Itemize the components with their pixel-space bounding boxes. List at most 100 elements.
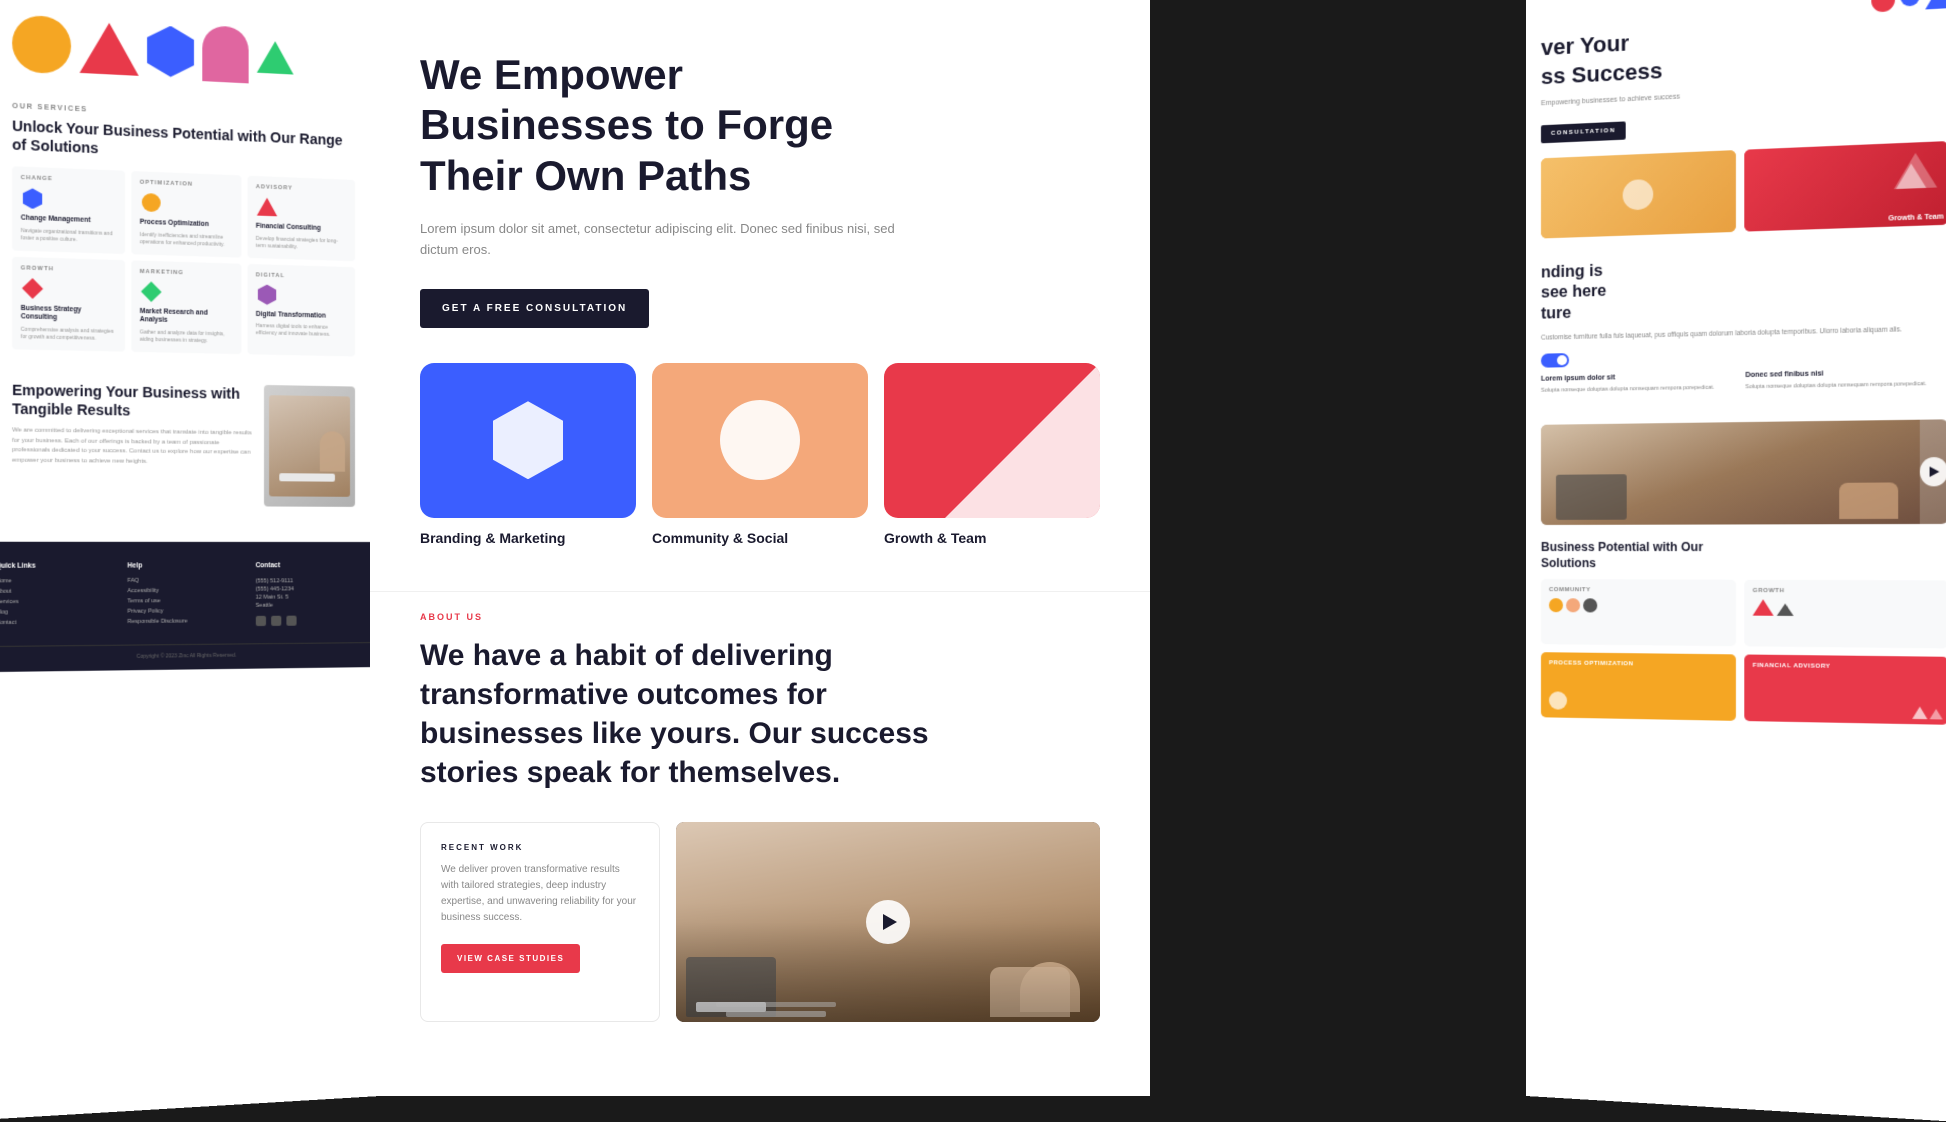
toggle-switch[interactable] — [1541, 353, 1569, 368]
shape-circle-orange — [12, 14, 71, 74]
service-label-community: Community & Social — [652, 530, 868, 546]
sc-text-1: Navigate organizational transitions and … — [21, 228, 117, 246]
service-card-growth: GROWTH Business Strategy Consulting Comp… — [12, 257, 125, 352]
social-icon-3[interactable] — [286, 615, 296, 625]
branding-section: nding issee hereture Customise furniture… — [1541, 240, 1946, 415]
footer-col-title-1: Quick Links — [0, 562, 117, 569]
sc-icon-6 — [256, 283, 278, 306]
left-panel: OUR SERVICES Unlock Your Business Potent… — [0, 0, 380, 1120]
mini-card-growth: GROWTH — [1744, 580, 1946, 649]
footer-col-contact: Contact (555) 512-9111 (555) 445-1234 12… — [255, 562, 370, 628]
growth-shapes — [1753, 600, 1940, 618]
two-col-text: Lorem ipsum dolor sit Solupta nonseque d… — [1541, 368, 1946, 395]
footer-link-terms[interactable]: Terms of use — [127, 597, 245, 604]
recent-work-eyebrow: RECENT WORK — [441, 843, 639, 852]
view-case-button[interactable]: VIEW CASE STUDIES — [441, 944, 580, 973]
sc-text-2: Identify inefficiencies and streamline o… — [140, 232, 233, 249]
right-play-button[interactable] — [1920, 457, 1946, 486]
desk-hand — [1020, 962, 1080, 1012]
right-circle-blue — [1900, 0, 1919, 7]
empowering-text: We are committed to delivering exception… — [12, 426, 254, 468]
mini-circle-peach — [1566, 598, 1580, 612]
sc-icon-1 — [21, 187, 45, 211]
mini-cards-grid: COMMUNITY GROWTH — [1541, 579, 1946, 725]
sc-eyebrow-5: MARKETING — [140, 269, 233, 278]
about-title: We have a habit of delivering transforma… — [420, 636, 980, 792]
col-2: Donec sed finibus nisi Solupta nonseque … — [1745, 368, 1946, 392]
desk-laptop — [686, 957, 776, 1017]
mini-circle-dark — [1583, 599, 1597, 613]
triangle-container — [884, 363, 1100, 518]
footer-link-faq[interactable]: FAQ — [127, 577, 245, 584]
service-card-marketing: MARKETING Market Research and Analysis G… — [131, 260, 241, 354]
right-title-line1: ver Your — [1541, 30, 1629, 60]
bottom-section-title: Business Potential with OurSolutions — [1541, 540, 1946, 573]
footer-link-contact[interactable]: Contact — [0, 619, 117, 626]
empowering-content: Empowering Your Business with Tangible R… — [12, 380, 254, 474]
sc-text-4: Comprehensive analysis and strategies fo… — [21, 326, 117, 343]
service-cards-row: Branding & Marketing Community & Social … — [420, 363, 1100, 546]
triangle-white-icon — [945, 363, 1100, 518]
col-1: Lorem ipsum dolor sit Solupta nonseque d… — [1541, 372, 1735, 395]
right-card-orange — [1541, 150, 1736, 238]
footer-link-accessibility[interactable]: Accessibility — [127, 587, 245, 594]
service-label-growth: Growth & Team — [884, 530, 1100, 546]
footer-link-home[interactable]: Home — [0, 578, 117, 585]
service-card-branding: Branding & Marketing — [420, 363, 636, 546]
empowering-title: Empowering Your Business with Tangible R… — [12, 380, 254, 421]
about-eyebrow: ABOUT US — [420, 612, 1100, 622]
empowering-section: Empowering Your Business with Tangible R… — [1, 364, 365, 521]
sc-eyebrow-2: OPTIMIZATION — [140, 180, 233, 190]
mini-circle-orange — [1549, 598, 1563, 612]
hex-icon-blue — [23, 188, 42, 209]
sc-eyebrow-6: DIGITAL — [256, 272, 347, 281]
mini-circles — [1549, 598, 1728, 613]
sc-title-3: Financial Consulting — [256, 223, 347, 235]
social-icon-2[interactable] — [271, 615, 281, 625]
footer-link-services[interactable]: Services — [0, 598, 117, 605]
footer-link-blog[interactable]: Blog — [0, 608, 117, 615]
sc-title-2: Process Optimization — [140, 219, 233, 231]
desk-book — [696, 1002, 766, 1012]
about-section: ABOUT US We have a habit of delivering t… — [370, 591, 1150, 1052]
col2-text: Solupta nonseque doluptas dolupta nonseq… — [1745, 379, 1946, 391]
hero-title: We Empower Businesses to Forge Their Own… — [420, 50, 920, 201]
toggle-knob — [1557, 355, 1567, 365]
service-card-growth-image — [884, 363, 1100, 518]
circle-icon-orange — [142, 193, 161, 212]
cta-button[interactable]: GET A FREE CONSULTATION — [420, 289, 649, 328]
services-section: OUR SERVICES Unlock Your Business Potent… — [1, 87, 365, 372]
service-card-community: Community & Social — [652, 363, 868, 546]
right-triangle-blue — [1925, 0, 1946, 9]
footer-copyright: Copyright © 2023 Zinc All Rights Reserve… — [0, 642, 370, 661]
footer-link-privacy[interactable]: Privacy Policy — [127, 608, 245, 615]
sc-icon-4 — [21, 277, 45, 300]
footer-link-disclosure[interactable]: Responsible Disclosure — [127, 618, 245, 625]
shape-arch-pink — [202, 25, 248, 83]
video-card — [676, 822, 1100, 1022]
growth-triangle-dark — [1777, 604, 1794, 616]
footer-link-about[interactable]: About — [0, 588, 117, 595]
right-title-line2: ss Success — [1541, 57, 1662, 88]
sc-icon-5 — [140, 280, 163, 303]
main-panel: We Empower Businesses to Forge Their Own… — [370, 0, 1150, 1096]
circle-white-icon — [720, 400, 800, 480]
shape-triangle-red — [80, 21, 139, 76]
service-card-branding-image — [420, 363, 636, 518]
sc-eyebrow-4: GROWTH — [21, 265, 117, 274]
footer-city: Seattle — [255, 601, 370, 610]
right-cta-button[interactable]: CONSULTATION — [1541, 121, 1626, 143]
recent-work-text: We deliver proven transformative results… — [441, 862, 639, 926]
shape-triangle-green — [257, 40, 294, 74]
social-icon-1[interactable] — [255, 616, 265, 626]
diamond-icon-green — [141, 281, 162, 301]
empowering-img-bg — [264, 385, 355, 507]
play-button[interactable] — [866, 900, 910, 944]
service-card-growth: Growth & Team — [884, 363, 1100, 546]
right-play-icon — [1930, 467, 1940, 478]
hex-white-icon — [493, 401, 563, 479]
mini-card-label-financial: Financial Advisory — [1753, 663, 1940, 672]
right-circle-red — [1871, 0, 1895, 13]
sc-text-5: Gather and analyze data for insights, ai… — [140, 329, 233, 345]
sc-eyebrow-3: ADVISORY — [256, 185, 347, 195]
